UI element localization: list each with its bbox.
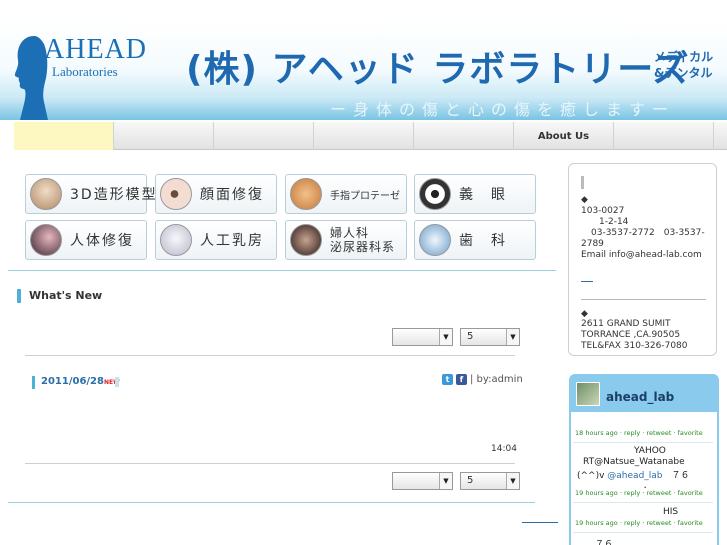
news-divider-bottom [25,463,515,464]
post-date-text: 2011/06/28 [41,376,104,387]
logo-main-text[interactable]: AHEAD [44,34,147,66]
tweet-divider [573,532,713,533]
jp-office-marker: ◆ [581,195,588,205]
more-link[interactable] [522,522,558,523]
address-title-marker [581,176,584,189]
jp-email[interactable]: Email info@ahead-lab.com [581,250,702,261]
select-value: 5 [467,331,474,342]
post-author: | by:admin [470,374,523,385]
twitter-widget: ahead_lab 18 hours ago · reply · retweet… [569,374,719,545]
category-breast-prosthesis-button[interactable]: 人工乳房 [155,220,277,260]
address-box: ◆ 103-0027 1-2-14 03-3537-2772 03-3537- … [568,163,717,356]
category-body-restoration-button[interactable]: 人体修復 [25,220,147,260]
twitter-timeline: 18 hours ago · reply · retweet · favorit… [571,412,717,545]
address-separator [581,299,706,300]
tweet-meta[interactable]: 19 hours ago · reply · retweet · favorit… [575,489,703,497]
tweet-text: ７６ [662,471,690,481]
category-3d-model-button[interactable]: 3D造形模型 [25,174,156,214]
news-section-title: What's New [17,289,102,303]
nav-item-3[interactable] [214,122,314,150]
section-divider-bottom [8,502,535,503]
tweet-text: (^^)v [577,471,608,481]
chevron-down-icon: ▼ [439,473,452,489]
head-silhouette-icon [14,36,48,120]
jp-tel: 03-3537-2772 03-3537- [591,228,705,238]
chevron-down-icon: ▼ [506,473,519,489]
select-value: 5 [467,475,474,486]
skull-icon [30,178,62,210]
header-banner: AHEAD Laboratories (株) アヘッド ラボラトリーズ メディカ… [0,20,727,120]
eye-icon [160,178,192,210]
nav-item-7[interactable] [614,122,714,150]
category-label: 手指プロテーゼ [330,190,400,202]
tweet-text: YAHOO [634,446,666,456]
twitter-username[interactable]: ahead_lab [606,390,674,404]
category-label: 歯 科 [459,233,507,249]
company-name: (株) アヘッド ラボラトリーズ [186,49,690,90]
section-divider [8,270,556,271]
category-artificial-eye-button[interactable]: 義 眼 [414,174,536,214]
category-label: 義 眼 [459,187,507,203]
news-category-select-bottom[interactable]: ▼ [392,472,453,490]
artificial-eye-icon [419,178,451,210]
news-divider-top [25,355,515,356]
tweet-meta[interactable]: 19 hours ago · reply · retweet · favorit… [575,519,703,527]
tweet-meta[interactable]: 18 hours ago · reply · retweet · favorit… [575,429,703,437]
nav-item-1[interactable] [14,122,114,150]
tweet-divider [573,442,713,443]
nav-item-about-us[interactable]: About Us [514,122,614,150]
tagline-medical: メディカル [654,50,714,64]
category-face-restoration-button[interactable]: 顔面修復 [155,174,277,214]
category-gynecology-button[interactable]: 婦人科 泌尿器科系 [285,220,407,260]
jp-zip: 103-0027 [581,206,625,216]
slogan: ー身体の傷と心の傷を癒しますー [330,100,676,119]
category-label: 人体修復 [70,233,134,249]
map-link[interactable] [581,281,593,282]
tweet-divider [573,502,713,503]
tweet-text: RT@Natsue_Watanabe [583,457,685,467]
us-address-1: 2611 GRAND SUMIT [581,319,671,329]
us-tel: TEL&FAX 310-326-7080 [581,341,688,351]
news-category-select[interactable]: ▼ [392,328,453,346]
jp-tel-cont: 2789 [581,239,604,249]
tweet-mention-link[interactable]: @ahead_lab [607,471,662,481]
body-icon [30,224,62,256]
nav-item-5[interactable] [414,122,514,150]
page: AHEAD Laboratories (株) アヘッド ラボラトリーズ メディカ… [0,0,727,545]
avatar[interactable] [576,382,600,406]
category-finger-prosthesis-button[interactable]: 手指プロテーゼ [285,174,407,214]
nav-item-2[interactable] [114,122,214,150]
tweet-text-line: (^^)v @ahead_lab ７６ [577,468,690,481]
post-time: 14:04 [491,444,517,454]
main-nav: About Us [14,122,727,150]
post-share-bar: t f | by:admin [442,374,523,385]
chevron-down-icon: ▼ [439,329,452,345]
news-count-select-bottom[interactable]: 5 ▼ [460,472,520,490]
jp-address: 1-2-14 [599,217,629,227]
us-address-2: TORRANCE ,CA.90505 [581,330,681,340]
hand-icon [290,178,322,210]
post-title-marker [115,377,119,387]
breast-icon [160,224,192,256]
nav-item-4[interactable] [314,122,414,150]
tweet-text: HIS [663,507,679,517]
category-label: 顔面修復 [200,187,264,203]
tooth-icon [419,224,451,256]
gynecology-icon [290,224,322,256]
category-label: 3D造形模型 [70,187,158,203]
logo-sub-text: Laboratories [52,64,118,79]
post-date[interactable]: 2011/06/28NEW [32,376,120,389]
news-count-select[interactable]: 5 ▼ [460,328,520,346]
tweet-text: ７６ [595,540,614,545]
category-label: 婦人科 泌尿器科系 [330,226,396,254]
twitter-share-icon[interactable]: t [442,374,453,385]
chevron-down-icon: ▼ [506,329,519,345]
twitter-header: ahead_lab [569,374,719,412]
tagline-dental: &デンタル [654,66,713,80]
category-label: 人工乳房 [200,233,264,249]
facebook-share-icon[interactable]: f [456,374,467,385]
category-dental-button[interactable]: 歯 科 [414,220,536,260]
